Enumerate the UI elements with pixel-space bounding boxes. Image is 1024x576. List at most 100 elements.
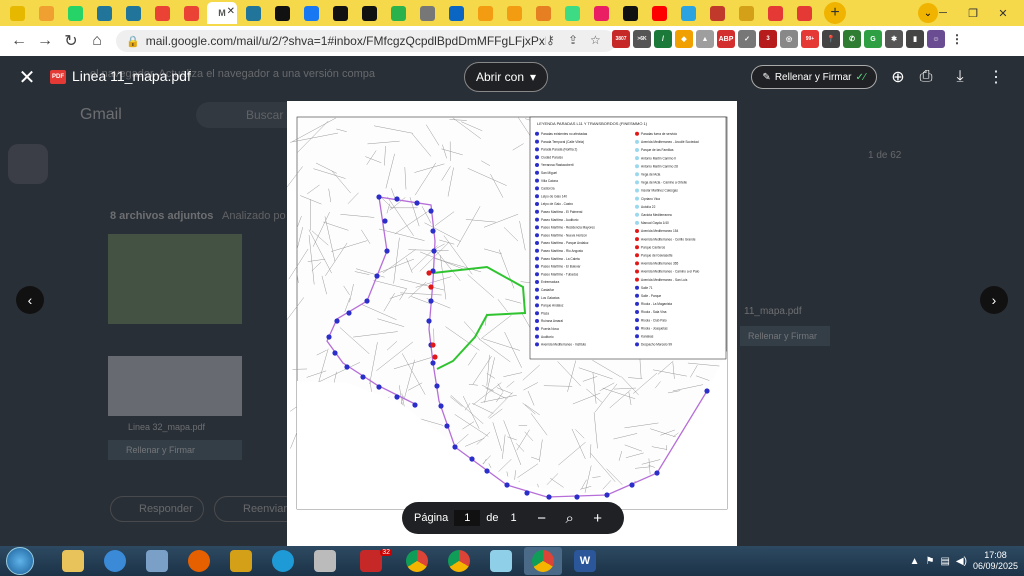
- site-info-icon[interactable]: 🔒: [126, 35, 140, 48]
- browser-tab[interactable]: [472, 2, 498, 24]
- download-icon[interactable]: ⤓: [948, 66, 972, 88]
- browser-tab[interactable]: [62, 2, 88, 24]
- close-viewer-icon[interactable]: ✕: [16, 66, 38, 89]
- next-file-icon[interactable]: ›: [980, 286, 1008, 314]
- reload-icon[interactable]: ↻: [58, 28, 84, 54]
- minimize-icon[interactable]: ─: [930, 4, 956, 22]
- browser-tab[interactable]: M ✕: [207, 2, 237, 24]
- extensions-puzzle-icon[interactable]: ✱: [885, 30, 903, 48]
- browser-tab[interactable]: [762, 2, 788, 24]
- browser-tab[interactable]: [327, 2, 353, 24]
- taskbar-app[interactable]: 32: [348, 547, 394, 575]
- taskbar-ie[interactable]: [96, 547, 134, 575]
- browser-tab[interactable]: [443, 2, 469, 24]
- profile-avatar[interactable]: ☺: [927, 30, 945, 48]
- ext-icon-5[interactable]: ◎: [780, 30, 798, 48]
- attachment-name[interactable]: 11_mapa.pdf: [744, 306, 802, 317]
- volume-icon[interactable]: ◀): [956, 556, 967, 567]
- browser-tab[interactable]: [33, 2, 59, 24]
- print-icon[interactable]: ⎙: [914, 66, 938, 88]
- browser-tab[interactable]: [733, 2, 759, 24]
- fill-and-sign-button[interactable]: ✎ Rellenar y Firmar ✓⁄: [751, 65, 877, 89]
- browser-tab[interactable]: [675, 2, 701, 24]
- forward-icon[interactable]: →: [32, 28, 58, 54]
- page-number-input[interactable]: 1: [454, 510, 481, 526]
- grammarly-icon[interactable]: G: [864, 30, 882, 48]
- key-icon[interactable]: ⚷: [546, 33, 555, 47]
- browser-tab[interactable]: [588, 2, 614, 24]
- taskbar-explorer[interactable]: [54, 547, 92, 575]
- taskbar-word[interactable]: W: [566, 547, 604, 575]
- adblock-icon[interactable]: ABP: [717, 30, 735, 48]
- taskbar-app[interactable]: [306, 547, 344, 575]
- restore-icon[interactable]: ❐: [960, 4, 986, 22]
- taskbar-app[interactable]: [138, 547, 176, 575]
- network-icon[interactable]: ▤: [940, 556, 949, 567]
- attachment-thumb[interactable]: [108, 356, 242, 416]
- taskbar-app[interactable]: [222, 547, 260, 575]
- zoom-icon[interactable]: ⌕: [559, 507, 581, 529]
- browser-tab[interactable]: [530, 2, 556, 24]
- start-button[interactable]: [6, 547, 34, 575]
- browser-tab[interactable]: [240, 2, 266, 24]
- url-text[interactable]: mail.google.com/mail/u/2/?shva=1#inbox/F…: [146, 34, 546, 48]
- browser-tab[interactable]: [298, 2, 324, 24]
- calendar-ext-icon[interactable]: 3: [759, 30, 777, 48]
- close-window-icon[interactable]: ✕: [990, 4, 1016, 22]
- ext-icon-1[interactable]: /: [654, 30, 672, 48]
- browser-tab[interactable]: [414, 2, 440, 24]
- browser-tab[interactable]: [356, 2, 382, 24]
- ext-icon-4[interactable]: ✓: [738, 30, 756, 48]
- clock[interactable]: 17:08 06/09/2025: [973, 550, 1018, 572]
- browser-tab[interactable]: [4, 2, 30, 24]
- add-to-drive-icon[interactable]: ⊕: [886, 66, 910, 88]
- zoom-out-icon[interactable]: −: [531, 507, 553, 529]
- omnibox[interactable]: 🔒 mail.google.com/mail/u/2/?shva=1#inbox…: [116, 30, 616, 52]
- browser-tab[interactable]: [559, 2, 585, 24]
- compose-button[interactable]: [8, 144, 48, 184]
- browser-tab[interactable]: [120, 2, 146, 24]
- taskbar-edge[interactable]: [264, 547, 302, 575]
- ext-icon-3[interactable]: ▲: [696, 30, 714, 48]
- attachment-name[interactable]: Linea 32_mapa.pdf: [128, 422, 205, 432]
- taskbar-chrome[interactable]: [440, 547, 478, 575]
- previous-file-icon[interactable]: ‹: [16, 286, 44, 314]
- mail2-ext-icon[interactable]: >6K: [633, 30, 651, 48]
- browser-tab[interactable]: [704, 2, 730, 24]
- taskbar-chrome-active[interactable]: [524, 547, 562, 575]
- ext-icon-7[interactable]: ✆: [843, 30, 861, 48]
- browser-tab[interactable]: [501, 2, 527, 24]
- open-with-button[interactable]: Abrir con ▾: [464, 62, 548, 92]
- browser-tab[interactable]: [178, 2, 204, 24]
- fill-sign-button[interactable]: Rellenar y Firmar: [740, 326, 830, 346]
- browser-tab[interactable]: [646, 2, 672, 24]
- browser-tab[interactable]: [91, 2, 117, 24]
- taskbar-app[interactable]: [482, 547, 520, 575]
- zoom-in-icon[interactable]: +: [587, 507, 609, 529]
- sidepanel-icon[interactable]: ▮: [906, 30, 924, 48]
- ext-icon-6[interactable]: 📍: [822, 30, 840, 48]
- counter-ext-icon[interactable]: 99+: [801, 30, 819, 48]
- share-icon[interactable]: ⇪: [568, 33, 578, 47]
- bookmark-star-icon[interactable]: ☆: [590, 33, 601, 47]
- reply-button[interactable]: Responder: [110, 496, 204, 522]
- close-tab-icon[interactable]: ✕: [227, 6, 235, 17]
- attachment-thumb[interactable]: [108, 234, 242, 324]
- browser-tab[interactable]: [269, 2, 295, 24]
- home-icon[interactable]: ⌂: [84, 28, 110, 54]
- flag-icon[interactable]: ⚑: [926, 556, 935, 567]
- fill-sign-button[interactable]: Rellenar y Firmar: [108, 440, 242, 460]
- browser-tab[interactable]: [149, 2, 175, 24]
- taskbar-firefox[interactable]: [180, 547, 218, 575]
- taskbar-chrome[interactable]: [398, 547, 436, 575]
- menu-kebab-icon[interactable]: ⋮: [948, 30, 966, 48]
- back-icon[interactable]: ←: [6, 28, 32, 54]
- mail-ext-icon[interactable]: 3807: [612, 30, 630, 48]
- new-tab-button[interactable]: +: [824, 2, 846, 24]
- tray-arrow-icon[interactable]: ▲: [910, 556, 920, 567]
- browser-tab[interactable]: [617, 2, 643, 24]
- ext-icon-2[interactable]: ◆: [675, 30, 693, 48]
- browser-tab[interactable]: [385, 2, 411, 24]
- browser-tab[interactable]: [791, 2, 817, 24]
- more-options-icon[interactable]: ⋮: [984, 66, 1008, 88]
